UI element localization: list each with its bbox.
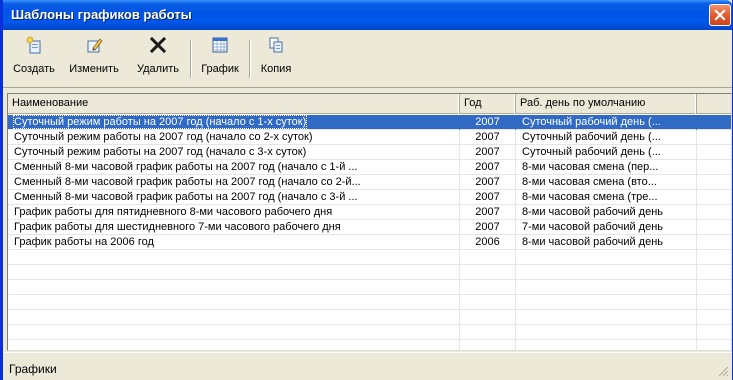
create-button-label: Создать bbox=[13, 63, 55, 75]
cell-default-day: 8-ми часовой рабочий день bbox=[516, 205, 697, 220]
cell-name: Суточный режим работы на 2007 год (начал… bbox=[8, 115, 460, 130]
resize-grip-icon[interactable] bbox=[717, 365, 729, 377]
status-bar: Графики bbox=[3, 352, 732, 380]
cell-name: Сменный 8-ми часовой график работы на 20… bbox=[8, 175, 460, 190]
schedule-button-label: График bbox=[201, 63, 239, 75]
empty-row bbox=[8, 310, 731, 325]
cell-name-text: Суточный режим работы на 2007 год (начал… bbox=[12, 115, 308, 129]
delete-button[interactable]: Удалить bbox=[131, 34, 185, 84]
cell-year: 2007 bbox=[460, 220, 516, 235]
toolbar-separator bbox=[249, 40, 251, 78]
copy-button-label: Копия bbox=[260, 63, 292, 75]
cell-default-day: Суточный рабочий день (... bbox=[516, 130, 697, 145]
toolbar-separator bbox=[190, 40, 192, 78]
cell-default-day: 7-ми часовой рабочий день bbox=[516, 220, 697, 235]
cell-year: 2007 bbox=[460, 175, 516, 190]
empty-row bbox=[8, 340, 731, 350]
cell-default-day: Суточный рабочий день (... bbox=[516, 115, 697, 130]
cell-name: График работы на 2006 год bbox=[8, 235, 460, 250]
schedule-templates-window: Шаблоны графиков работы Создать Изменить bbox=[0, 0, 733, 380]
copy-documents-icon bbox=[269, 37, 283, 53]
cell-year: 2007 bbox=[460, 130, 516, 145]
cell-name: График работы для шестидневного 7-ми час… bbox=[8, 220, 460, 235]
column-header-name[interactable]: Наименование bbox=[8, 94, 460, 114]
cell-default-day: 8-ми часовая смена (вто... bbox=[516, 175, 697, 190]
table-row[interactable]: График работы на 2006 год 2006 8-ми часо… bbox=[8, 235, 731, 250]
empty-row bbox=[8, 280, 731, 295]
cell-name: График работы для пятидневного 8-ми часо… bbox=[8, 205, 460, 220]
edit-button[interactable]: Изменить bbox=[63, 34, 125, 84]
toolbar: Создать Изменить Удалить График Копия bbox=[3, 30, 732, 88]
table-row[interactable]: Сменный 8-ми часовой график работы на 20… bbox=[8, 175, 731, 190]
delete-x-icon bbox=[149, 36, 167, 54]
column-header-default-day[interactable]: Раб. день по умолчанию bbox=[516, 94, 697, 114]
title-bar[interactable]: Шаблоны графиков работы bbox=[3, 0, 732, 30]
cell-default-day: Суточный рабочий день (... bbox=[516, 145, 697, 160]
calendar-grid-icon bbox=[212, 37, 228, 53]
cell-default-day: 8-ми часовой рабочий день bbox=[516, 235, 697, 250]
cell-name: Суточный режим работы на 2007 год (начал… bbox=[8, 145, 460, 160]
table-row[interactable]: График работы для пятидневного 8-ми часо… bbox=[8, 205, 731, 220]
table-row[interactable]: Суточный режим работы на 2007 год (начал… bbox=[8, 115, 731, 130]
table-row[interactable]: Сменный 8-ми часовой график работы на 20… bbox=[8, 160, 731, 175]
table-row[interactable]: Суточный режим работы на 2007 год (начал… bbox=[8, 145, 731, 160]
delete-button-label: Удалить bbox=[137, 63, 179, 75]
table-row[interactable]: График работы для шестидневного 7-ми час… bbox=[8, 220, 731, 235]
cell-default-day: 8-ми часовая смена (тре... bbox=[516, 190, 697, 205]
cell-year: 2006 bbox=[460, 235, 516, 250]
column-header-year[interactable]: Год bbox=[460, 94, 516, 114]
cell-name: Суточный режим работы на 2007 год (начал… bbox=[8, 130, 460, 145]
new-document-icon bbox=[26, 36, 41, 54]
cell-year: 2007 bbox=[460, 160, 516, 175]
cell-year: 2007 bbox=[460, 115, 516, 130]
edit-pencil-icon bbox=[87, 38, 103, 53]
close-icon bbox=[714, 9, 726, 21]
table-body: Суточный режим работы на 2007 год (начал… bbox=[8, 115, 731, 350]
create-button[interactable]: Создать bbox=[9, 34, 59, 84]
empty-row bbox=[8, 250, 731, 265]
cell-year: 2007 bbox=[460, 190, 516, 205]
table-row[interactable]: Суточный режим работы на 2007 год (начал… bbox=[8, 130, 731, 145]
table-header: Наименование Год Раб. день по умолчанию bbox=[8, 94, 731, 114]
schedule-button[interactable]: График bbox=[195, 34, 245, 84]
cell-year: 2007 bbox=[460, 205, 516, 220]
cell-year: 2007 bbox=[460, 145, 516, 160]
edit-button-label: Изменить bbox=[69, 63, 119, 75]
empty-row bbox=[8, 325, 731, 340]
empty-row bbox=[8, 295, 731, 310]
cell-name: Сменный 8-ми часовой график работы на 20… bbox=[8, 160, 460, 175]
schedule-table[interactable]: Наименование Год Раб. день по умолчанию … bbox=[7, 93, 732, 351]
close-button[interactable] bbox=[709, 4, 731, 26]
window-title: Шаблоны графиков работы bbox=[11, 7, 192, 22]
table-row[interactable]: Сменный 8-ми часовой график работы на 20… bbox=[8, 190, 731, 205]
cell-default-day: 8-ми часовая смена (пер... bbox=[516, 160, 697, 175]
cell-name: Сменный 8-ми часовой график работы на 20… bbox=[8, 190, 460, 205]
empty-row bbox=[8, 265, 731, 280]
status-text: Графики bbox=[9, 362, 57, 376]
copy-button[interactable]: Копия bbox=[254, 34, 298, 84]
